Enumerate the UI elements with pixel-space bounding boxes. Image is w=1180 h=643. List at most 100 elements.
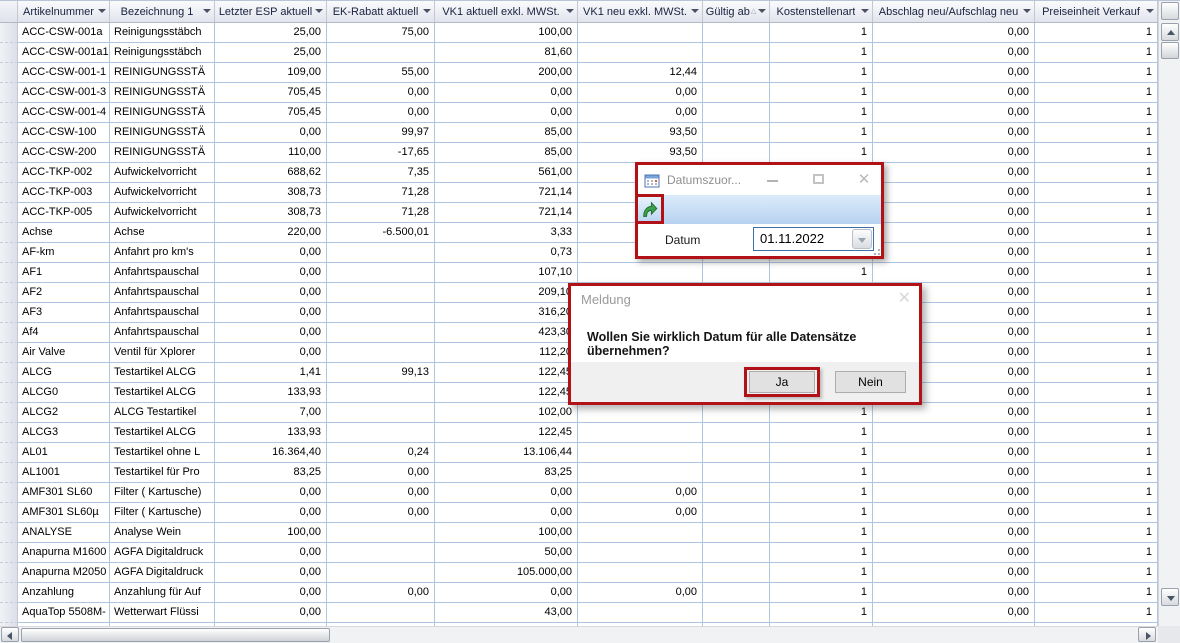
grid-cell-letzter-esp[interactable]: 100,00 (215, 523, 327, 543)
column-header-vk1-aktuell[interactable]: VK1 aktuell exkl. MWSt. (435, 1, 578, 22)
grid-cell-vk1-aktuell[interactable]: 0,00 (435, 83, 578, 103)
grid-cell-bezeichnung[interactable]: AGFA Digitaldruck (110, 543, 215, 563)
grid-cell-preiseinheit[interactable]: 1 (1035, 23, 1158, 43)
grid-cell-ek-rabatt[interactable]: 7,35 (327, 163, 435, 183)
grid-cell-vk1-aktuell[interactable]: 200,00 (435, 63, 578, 83)
row-header[interactable] (0, 483, 18, 503)
grid-cell-vk1-neu[interactable] (578, 43, 703, 63)
maximize-button[interactable] (806, 171, 832, 189)
grid-cell-artikelnummer[interactable]: ACC-CSW-200 (18, 143, 110, 163)
grid-cell-artikelnummer[interactable]: AF2 (18, 283, 110, 303)
grid-cell-abschlag[interactable]: 0,00 (873, 263, 1035, 283)
grid-cell-ek-rabatt[interactable]: 0,00 (327, 583, 435, 603)
grid-cell-abschlag[interactable]: 0,00 (873, 583, 1035, 603)
scrollbar-corner-button[interactable] (1161, 2, 1179, 20)
grid-cell-kostenstellenart[interactable]: 1 (770, 543, 873, 563)
horizontal-scrollbar[interactable] (0, 626, 1158, 643)
grid-cell-letzter-esp[interactable]: 0,00 (215, 503, 327, 523)
column-header-vk1-neu[interactable]: VK1 neu exkl. MWSt. (578, 1, 703, 22)
grid-cell-preiseinheit[interactable]: 1 (1035, 443, 1158, 463)
grid-cell-ek-rabatt[interactable] (327, 343, 435, 363)
grid-cell-vk1-neu[interactable]: 93,50 (578, 143, 703, 163)
grid-cell-ek-rabatt[interactable] (327, 603, 435, 623)
column-header-letzter-esp[interactable]: Letzter ESP aktuell (215, 1, 327, 22)
grid-cell-letzter-esp[interactable]: 16.364,40 (215, 443, 327, 463)
grid-cell-ek-rabatt[interactable]: 0,00 (327, 83, 435, 103)
grid-cell-preiseinheit[interactable]: 1 (1035, 383, 1158, 403)
grid-cell-vk1-aktuell[interactable]: 122,45 (435, 423, 578, 443)
grid-cell-kostenstellenart[interactable]: 1 (770, 603, 873, 623)
grid-cell-letzter-esp[interactable]: 1,41 (215, 363, 327, 383)
grid-cell-letzter-esp[interactable]: 0,00 (215, 243, 327, 263)
row-header[interactable] (0, 63, 18, 83)
grid-cell-kostenstellenart[interactable]: 1 (770, 483, 873, 503)
yes-button[interactable]: Ja (749, 371, 815, 393)
grid-cell-bezeichnung[interactable]: Wetterwart Flüssi (110, 603, 215, 623)
grid-cell-vk1-aktuell[interactable]: 13.106,44 (435, 443, 578, 463)
grid-cell-artikelnummer[interactable]: ALCG2 (18, 403, 110, 423)
grid-cell-abschlag[interactable]: 0,00 (873, 603, 1035, 623)
grid-cell-vk1-neu[interactable]: 0,00 (578, 483, 703, 503)
grid-cell-vk1-aktuell[interactable]: 0,00 (435, 103, 578, 123)
grid-cell-ek-rabatt[interactable] (327, 323, 435, 343)
grid-cell-letzter-esp[interactable]: 0,00 (215, 123, 327, 143)
grid-cell-preiseinheit[interactable]: 1 (1035, 543, 1158, 563)
grid-cell-letzter-esp[interactable]: 0,00 (215, 543, 327, 563)
grid-cell-preiseinheit[interactable]: 1 (1035, 423, 1158, 443)
grid-cell-artikelnummer[interactable]: ALCG3 (18, 423, 110, 443)
grid-cell-vk1-neu[interactable] (578, 603, 703, 623)
grid-cell-preiseinheit[interactable]: 1 (1035, 103, 1158, 123)
row-header[interactable] (0, 603, 18, 623)
grid-cell-letzter-esp[interactable]: 0,00 (215, 303, 327, 323)
grid-cell-abschlag[interactable]: 0,00 (873, 503, 1035, 523)
grid-cell-abschlag[interactable]: 0,00 (873, 243, 1035, 263)
grid-cell-vk1-aktuell[interactable]: 83,25 (435, 463, 578, 483)
grid-cell-gueltig-ab[interactable] (703, 543, 770, 563)
grid-cell-artikelnummer[interactable]: AF-km (18, 243, 110, 263)
grid-cell-letzter-esp[interactable]: 688,62 (215, 163, 327, 183)
grid-cell-vk1-aktuell[interactable]: 105.000,00 (435, 563, 578, 583)
column-header-bezeichnung[interactable]: Bezeichnung 1 (110, 1, 215, 22)
grid-cell-vk1-neu[interactable]: 93,50 (578, 123, 703, 143)
column-filter-arrow-icon[interactable] (1023, 9, 1031, 13)
grid-cell-vk1-neu[interactable] (578, 463, 703, 483)
grid-cell-abschlag[interactable]: 0,00 (873, 523, 1035, 543)
row-header[interactable] (0, 383, 18, 403)
grid-cell-bezeichnung[interactable]: AGFA Digitaldruck (110, 563, 215, 583)
grid-cell-vk1-aktuell[interactable]: 50,00 (435, 543, 578, 563)
grid-cell-bezeichnung[interactable]: Filter ( Kartusche) (110, 483, 215, 503)
grid-cell-artikelnummer[interactable]: Af4 (18, 323, 110, 343)
grid-cell-ek-rabatt[interactable]: -6.500,01 (327, 223, 435, 243)
grid-cell-kostenstellenart[interactable]: 1 (770, 503, 873, 523)
grid-cell-bezeichnung[interactable]: REINIGUNGSSTÄ (110, 63, 215, 83)
scroll-right-button[interactable] (1138, 627, 1156, 642)
grid-cell-ek-rabatt[interactable] (327, 243, 435, 263)
grid-cell-preiseinheit[interactable]: 1 (1035, 223, 1158, 243)
grid-cell-preiseinheit[interactable]: 1 (1035, 163, 1158, 183)
grid-cell-gueltig-ab[interactable] (703, 583, 770, 603)
grid-cell-ek-rabatt[interactable] (327, 523, 435, 543)
row-header[interactable] (0, 423, 18, 443)
row-header[interactable] (0, 463, 18, 483)
grid-cell-gueltig-ab[interactable] (703, 563, 770, 583)
row-header[interactable] (0, 123, 18, 143)
grid-cell-vk1-aktuell[interactable]: 102,00 (435, 403, 578, 423)
grid-cell-ek-rabatt[interactable] (327, 403, 435, 423)
grid-cell-preiseinheit[interactable]: 1 (1035, 403, 1158, 423)
grid-cell-gueltig-ab[interactable] (703, 523, 770, 543)
grid-cell-bezeichnung[interactable]: Anfahrtspauschal (110, 263, 215, 283)
grid-cell-bezeichnung[interactable]: Testartikel ALCG (110, 423, 215, 443)
column-filter-arrow-icon[interactable] (203, 9, 211, 13)
grid-cell-ek-rabatt[interactable]: 0,00 (327, 103, 435, 123)
grid-cell-ek-rabatt[interactable]: 99,97 (327, 123, 435, 143)
row-header[interactable] (0, 263, 18, 283)
grid-cell-artikelnummer[interactable]: Anapurna M1600 (18, 543, 110, 563)
grid-cell-kostenstellenart[interactable]: 1 (770, 403, 873, 423)
grid-cell-ek-rabatt[interactable] (327, 563, 435, 583)
row-header[interactable] (0, 43, 18, 63)
grid-cell-abschlag[interactable]: 0,00 (873, 203, 1035, 223)
grid-cell-kostenstellenart[interactable]: 1 (770, 263, 873, 283)
grid-cell-gueltig-ab[interactable] (703, 463, 770, 483)
grid-cell-ek-rabatt[interactable]: 0,00 (327, 503, 435, 523)
grid-cell-artikelnummer[interactable]: AF3 (18, 303, 110, 323)
